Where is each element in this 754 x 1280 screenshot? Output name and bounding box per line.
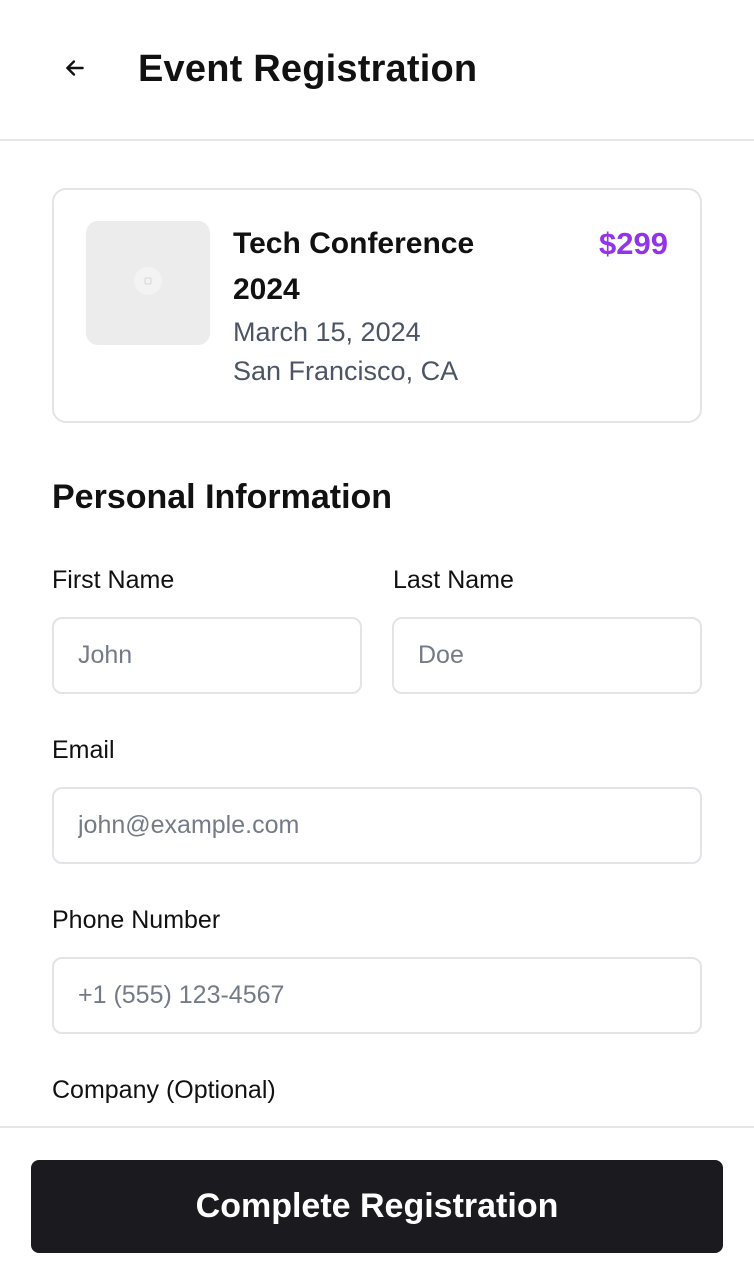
last-name-label: Last Name bbox=[393, 566, 514, 594]
phone-label: Phone Number bbox=[52, 906, 221, 934]
email-label: Email bbox=[52, 736, 115, 764]
email-input[interactable] bbox=[52, 787, 702, 864]
event-title: Tech Conference 2024 bbox=[233, 227, 475, 306]
first-name-input[interactable] bbox=[52, 617, 362, 694]
event-price: $299 bbox=[599, 226, 668, 261]
image-placeholder-icon bbox=[133, 266, 163, 301]
company-label: Company (Optional) bbox=[52, 1076, 276, 1104]
arrow-left-icon bbox=[62, 55, 88, 86]
section-title: Personal Information bbox=[52, 478, 393, 516]
event-location: San Francisco, CA bbox=[233, 356, 459, 386]
back-button[interactable] bbox=[52, 47, 98, 93]
event-date: March 15, 2024 bbox=[233, 317, 421, 347]
page-title: Event Registration bbox=[138, 48, 478, 90]
complete-registration-button[interactable]: Complete Registration bbox=[31, 1160, 723, 1253]
bottom-action-bar: Complete Registration bbox=[0, 1126, 754, 1280]
event-card: Tech Conference 2024 March 15, 2024 San … bbox=[52, 188, 702, 423]
registration-screen: Event Registration Tech Conference 2024 … bbox=[0, 0, 754, 1280]
event-image bbox=[86, 221, 210, 345]
phone-input[interactable] bbox=[52, 957, 702, 1034]
header: Event Registration bbox=[0, 0, 754, 141]
first-name-label: First Name bbox=[52, 566, 175, 594]
last-name-input[interactable] bbox=[392, 617, 702, 694]
